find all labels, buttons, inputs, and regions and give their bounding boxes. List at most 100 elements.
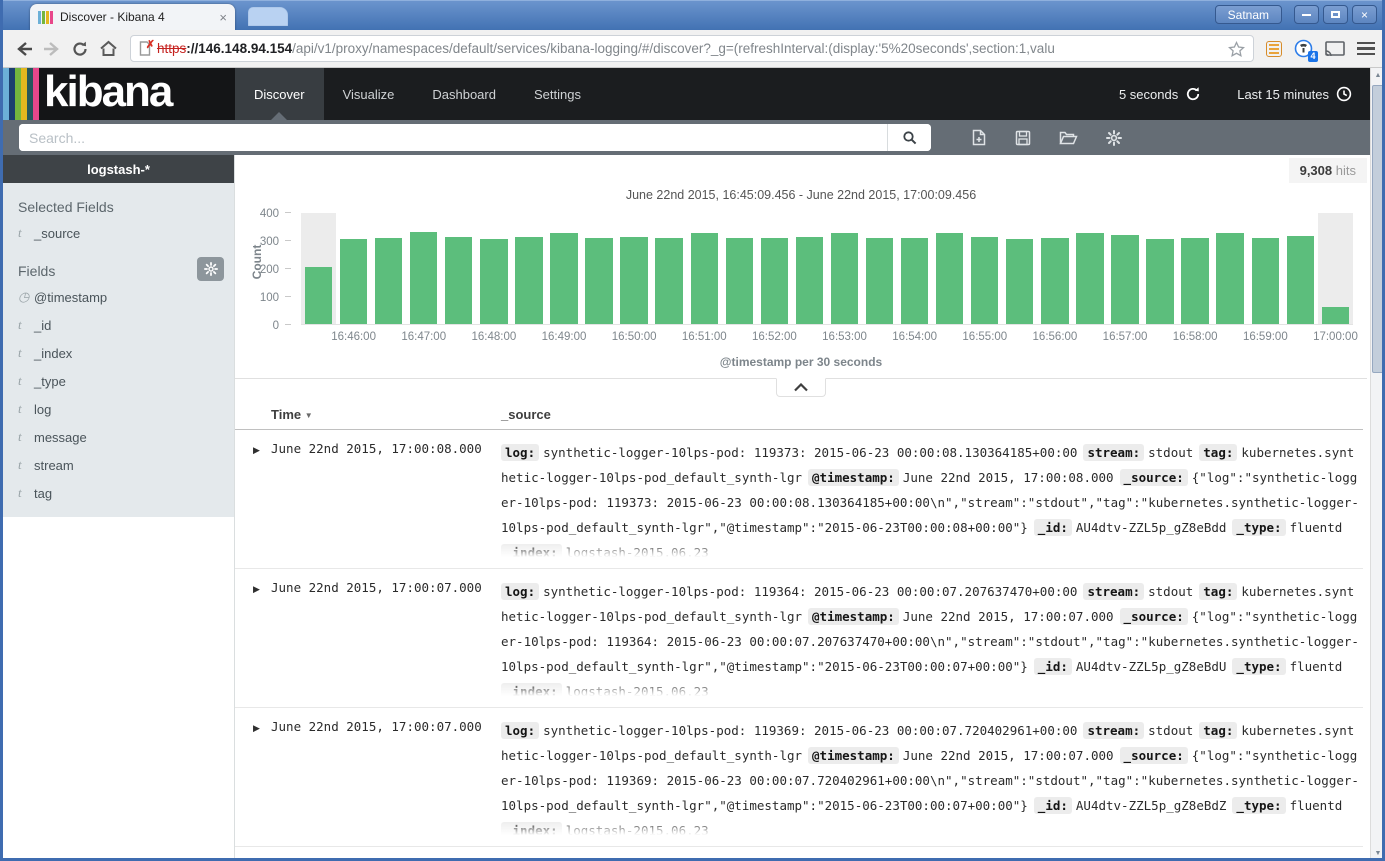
expand-row-caret-icon[interactable]: ▶ [235, 579, 271, 595]
sidebar-field-item[interactable]: ◷ @timestamp [3, 283, 234, 311]
field-badge: _type: [1232, 519, 1285, 536]
chart-bar[interactable] [655, 238, 682, 324]
search-button[interactable] [887, 124, 931, 151]
sidebar-field-item[interactable]: t log [3, 395, 234, 423]
chart-bar[interactable] [375, 238, 402, 324]
field-settings-gear-icon[interactable] [197, 257, 224, 281]
chart-bucket [862, 213, 897, 324]
extension-list-icon[interactable] [1266, 41, 1282, 57]
chart-bar[interactable] [1076, 233, 1103, 324]
scroll-down-arrow-icon[interactable]: ▼ [1371, 846, 1385, 861]
chart-bar[interactable] [1322, 307, 1349, 324]
insecure-page-icon[interactable]: ✗ [139, 41, 151, 56]
chart-bucket [1143, 213, 1178, 324]
chart-bar[interactable] [340, 239, 367, 324]
collapse-chart-button[interactable] [776, 378, 826, 397]
tab-dashboard[interactable]: Dashboard [413, 68, 515, 120]
chart-bar[interactable] [1041, 238, 1068, 324]
save-search-icon[interactable] [1015, 130, 1031, 146]
browser-tab[interactable]: Discover - Kibana 4 × [30, 4, 235, 30]
chart-bar[interactable] [1252, 238, 1279, 324]
x-axis-label: @timestamp per 30 seconds [235, 355, 1367, 369]
chart-bar[interactable] [445, 237, 472, 324]
maximize-button[interactable] [1323, 5, 1348, 24]
chart-bar[interactable] [480, 239, 507, 324]
field-badge: _source: [1120, 469, 1188, 486]
reload-button[interactable] [66, 40, 94, 58]
sidebar-field-item[interactable]: t _id [3, 311, 234, 339]
page-scrollbar[interactable]: ▲ ▼ [1370, 68, 1385, 861]
field-badge: tag: [1199, 722, 1237, 739]
chart-bar[interactable] [726, 238, 753, 324]
chart-bar[interactable] [1287, 236, 1314, 324]
chart-bar[interactable] [761, 238, 788, 324]
search-input[interactable] [19, 124, 887, 151]
scrollbar-thumb[interactable] [1372, 85, 1384, 373]
minimize-button[interactable] [1294, 5, 1319, 24]
chart-bar[interactable] [550, 233, 577, 324]
sidebar-field-item[interactable]: t message [3, 423, 234, 451]
sidebar-field-item[interactable]: t _source [3, 219, 234, 247]
back-button[interactable] [10, 41, 38, 57]
chart-bar[interactable] [305, 267, 332, 324]
clock-icon[interactable] [1336, 86, 1352, 102]
tab-settings[interactable]: Settings [515, 68, 600, 120]
index-pattern[interactable]: logstash-* [3, 155, 234, 183]
url-path: /api/v1/proxy/namespaces/default/service… [292, 41, 1055, 56]
sidebar-field-item[interactable]: t _type [3, 367, 234, 395]
open-search-icon[interactable] [1059, 130, 1078, 146]
expand-row-caret-icon[interactable]: ▶ [235, 718, 271, 734]
field-type-icon: t [18, 317, 34, 333]
chart-bar[interactable] [515, 237, 542, 324]
table-row: ▶ June 22nd 2015, 17:00:07.000 log:synth… [235, 569, 1363, 708]
chart-bucket [792, 213, 827, 324]
refresh-icon[interactable] [1185, 86, 1201, 102]
home-button[interactable] [94, 40, 122, 57]
tab-close-icon[interactable]: × [219, 11, 227, 24]
new-search-icon[interactable] [971, 129, 987, 146]
chart-bar[interactable] [936, 233, 963, 324]
chart-bar[interactable] [831, 233, 858, 324]
field-badge: @timestamp: [808, 469, 899, 486]
cast-icon[interactable] [1325, 41, 1345, 57]
kibana-logo[interactable]: kibana [3, 68, 235, 120]
chart-bucket [757, 213, 792, 324]
chart-bar[interactable] [410, 232, 437, 324]
chrome-menu-icon[interactable] [1357, 42, 1375, 56]
extension-phone-icon[interactable]: 4 [1294, 39, 1313, 58]
sidebar-field-item[interactable]: t tag [3, 479, 234, 507]
chart-bar[interactable] [901, 238, 928, 324]
chart-plot-area[interactable] [301, 213, 1353, 325]
new-tab-button[interactable] [248, 7, 288, 26]
chart-bar[interactable] [1111, 235, 1138, 324]
extension-badge: 4 [1308, 51, 1318, 62]
chart-bar[interactable] [1181, 238, 1208, 324]
chart-bar[interactable] [796, 237, 823, 324]
expand-row-caret-icon[interactable]: ▶ [235, 440, 271, 456]
column-header-time[interactable]: Time ▼ [271, 407, 501, 422]
tab-discover[interactable]: Discover [235, 68, 324, 120]
bookmark-star-icon[interactable] [1228, 41, 1245, 57]
chart-bar[interactable] [866, 238, 893, 324]
tab-visualize[interactable]: Visualize [324, 68, 414, 120]
chart-bar[interactable] [1146, 239, 1173, 324]
close-button[interactable]: × [1352, 5, 1377, 24]
sidebar-field-item[interactable]: t stream [3, 451, 234, 479]
chart-bar[interactable] [585, 238, 612, 324]
time-range-label[interactable]: Last 15 minutes [1237, 87, 1329, 102]
field-badge: log: [501, 583, 539, 600]
chart-bar[interactable] [1216, 233, 1243, 324]
profile-button[interactable]: Satnam [1215, 5, 1282, 24]
column-header-source[interactable]: _source [501, 407, 551, 422]
settings-gear-icon[interactable] [1106, 130, 1122, 146]
forward-button[interactable] [38, 41, 66, 57]
sidebar-field-item[interactable]: t _index [3, 339, 234, 367]
chart-bar[interactable] [1006, 239, 1033, 324]
scroll-up-arrow-icon[interactable]: ▲ [1371, 68, 1385, 83]
url-bar[interactable]: ✗ https://146.148.94.154/api/v1/proxy/na… [130, 35, 1254, 62]
chart-bar[interactable] [620, 237, 647, 324]
field-name: tag [34, 486, 52, 501]
chart-bar[interactable] [971, 237, 998, 324]
refresh-interval-label[interactable]: 5 seconds [1119, 87, 1178, 102]
chart-bar[interactable] [691, 233, 718, 324]
